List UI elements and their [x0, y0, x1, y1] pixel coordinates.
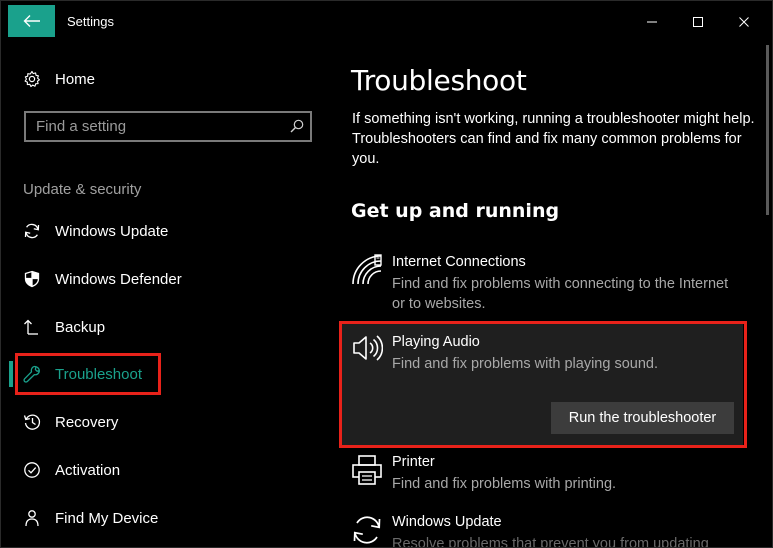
scrollbar[interactable] [766, 45, 769, 215]
sidebar-item-label: Windows Defender [55, 270, 182, 288]
sidebar-item-windows-update[interactable]: Windows Update [23, 218, 168, 244]
sidebar-item-label: Recovery [55, 413, 119, 431]
sidebar-item-activation[interactable]: Activation [23, 457, 120, 483]
minimize-button[interactable] [629, 7, 675, 37]
maximize-button[interactable] [675, 7, 721, 37]
sync-icon [24, 223, 40, 239]
search-box[interactable] [24, 111, 312, 142]
title-bar: Settings [1, 1, 772, 42]
arrow-left-icon [23, 15, 40, 27]
history-icon [23, 414, 41, 430]
active-indicator [9, 361, 13, 387]
highlight-box-troubleshoot [15, 353, 161, 395]
shield-icon [24, 270, 40, 288]
maximize-icon [693, 17, 703, 27]
check-circle-icon [24, 462, 40, 478]
settings-window: Settings Home Update & security [0, 0, 773, 548]
group-heading: Get up and running [351, 200, 560, 222]
troubleshooter-title: Printer [392, 454, 435, 470]
troubleshooter-description: Resolve problems that prevent you from u… [392, 536, 709, 548]
sidebar-item-label: Windows Update [55, 222, 169, 240]
close-button[interactable] [721, 7, 767, 37]
sidebar: Home Update & security Windows Update [1, 42, 331, 547]
troubleshooter-windows-update[interactable]: Windows Update Resolve problems that pre… [351, 514, 751, 548]
gear-icon [24, 70, 40, 88]
section-heading: Update & security [23, 181, 142, 198]
sidebar-item-recovery[interactable]: Recovery [23, 409, 118, 435]
search-input[interactable] [26, 113, 276, 140]
troubleshooter-description: Find and fix problems with printing. [392, 476, 617, 492]
troubleshooter-title: Windows Update [392, 514, 502, 530]
wifi-icon [352, 254, 382, 285]
sidebar-item-windows-defender[interactable]: Windows Defender [23, 266, 182, 292]
person-pin-icon [25, 510, 39, 527]
highlight-box-playing-audio [339, 321, 747, 448]
page-description: If something isn't working, running a tr… [352, 111, 755, 167]
sidebar-item-home[interactable]: Home [23, 66, 95, 92]
sidebar-item-backup[interactable]: Backup [23, 314, 105, 340]
page-title: Troubleshoot [351, 64, 527, 97]
backup-arrow-icon [24, 319, 38, 335]
minimize-icon [647, 21, 657, 23]
main-content: Troubleshoot If something isn't working,… [331, 42, 772, 548]
printer-icon [352, 455, 382, 485]
close-icon [739, 17, 749, 27]
window-title: Settings [67, 14, 114, 29]
sidebar-item-find-my-device[interactable]: Find My Device [23, 505, 158, 531]
sidebar-item-label: Backup [55, 318, 106, 336]
troubleshooter-internet-connections[interactable]: Internet Connections Find and fix proble… [351, 254, 751, 314]
sidebar-item-label: Find My Device [55, 509, 159, 527]
search-icon[interactable] [290, 119, 304, 133]
troubleshooter-printer[interactable]: Printer Find and fix problems with print… [351, 454, 751, 504]
troubleshooter-description: Find and fix problems with connecting to… [392, 276, 729, 312]
sidebar-item-label: Activation [55, 461, 121, 479]
troubleshooter-title: Internet Connections [392, 254, 526, 270]
sync-icon [353, 516, 381, 544]
sidebar-home-label: Home [55, 70, 96, 88]
back-button[interactable] [8, 5, 55, 37]
